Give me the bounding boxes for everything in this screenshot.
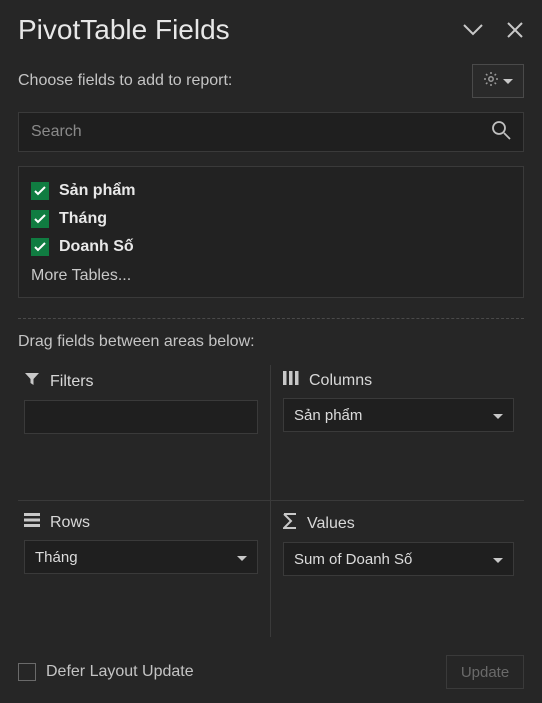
field-list: Sản phẩm Tháng Doanh Số More Tables... [18, 166, 524, 298]
rows-value: Tháng [35, 549, 78, 566]
filters-title: Filters [50, 373, 94, 391]
search-box[interactable] [18, 112, 524, 152]
checkbox-unchecked-icon[interactable] [18, 663, 36, 681]
tools-button[interactable] [472, 64, 524, 98]
rows-icon [24, 513, 40, 532]
drop-areas: Filters Columns Sản phẩm [18, 365, 524, 637]
chevron-down-icon [503, 72, 513, 90]
values-header: Values [283, 513, 514, 534]
field-item[interactable]: Doanh Số [31, 233, 511, 261]
choose-fields-label: Choose fields to add to report: [18, 72, 232, 90]
defer-layout-toggle[interactable]: Defer Layout Update [18, 663, 194, 681]
subheader-row: Choose fields to add to report: [18, 64, 524, 98]
columns-title: Columns [309, 372, 372, 390]
columns-drop[interactable]: Sản phẩm [283, 398, 514, 432]
rows-drop[interactable]: Tháng [24, 540, 258, 574]
drag-instructions: Drag fields between areas below: [18, 333, 524, 351]
chevron-down-icon [493, 551, 503, 568]
search-icon[interactable] [491, 120, 511, 145]
sigma-icon [283, 513, 297, 534]
pane-title: PivotTable Fields [18, 14, 230, 46]
checkbox-checked-icon[interactable] [31, 182, 49, 200]
filters-header: Filters [24, 371, 258, 392]
more-tables-link[interactable]: More Tables... [31, 261, 511, 287]
columns-area[interactable]: Columns Sản phẩm [271, 365, 524, 501]
collapse-icon[interactable] [462, 23, 484, 37]
header: PivotTable Fields [18, 14, 524, 46]
close-icon[interactable] [506, 21, 524, 39]
columns-icon [283, 371, 299, 390]
rows-area[interactable]: Rows Tháng [18, 501, 271, 637]
chevron-down-icon [493, 407, 503, 424]
values-value: Sum of Doanh Số [294, 551, 412, 568]
columns-value: Sản phẩm [294, 407, 362, 424]
rows-title: Rows [50, 514, 90, 532]
chevron-down-icon [237, 549, 247, 566]
footer: Defer Layout Update Update [18, 655, 524, 689]
filters-area[interactable]: Filters [18, 365, 271, 501]
pivot-fields-pane: PivotTable Fields Choose fields to add t… [0, 0, 542, 703]
divider [18, 318, 524, 319]
values-area[interactable]: Values Sum of Doanh Số [271, 501, 524, 637]
filters-drop[interactable] [24, 400, 258, 434]
field-item[interactable]: Sản phẩm [31, 177, 511, 205]
checkbox-checked-icon[interactable] [31, 210, 49, 228]
checkbox-checked-icon[interactable] [31, 238, 49, 256]
update-button[interactable]: Update [446, 655, 524, 689]
filter-icon [24, 371, 40, 392]
field-label: Tháng [59, 210, 107, 228]
header-controls [462, 21, 524, 39]
gear-icon [483, 71, 499, 92]
search-input[interactable] [31, 123, 491, 141]
values-title: Values [307, 515, 355, 533]
values-drop[interactable]: Sum of Doanh Số [283, 542, 514, 576]
columns-header: Columns [283, 371, 514, 390]
field-label: Doanh Số [59, 238, 134, 256]
rows-header: Rows [24, 513, 258, 532]
field-item[interactable]: Tháng [31, 205, 511, 233]
defer-label: Defer Layout Update [46, 663, 194, 681]
field-label: Sản phẩm [59, 182, 135, 200]
